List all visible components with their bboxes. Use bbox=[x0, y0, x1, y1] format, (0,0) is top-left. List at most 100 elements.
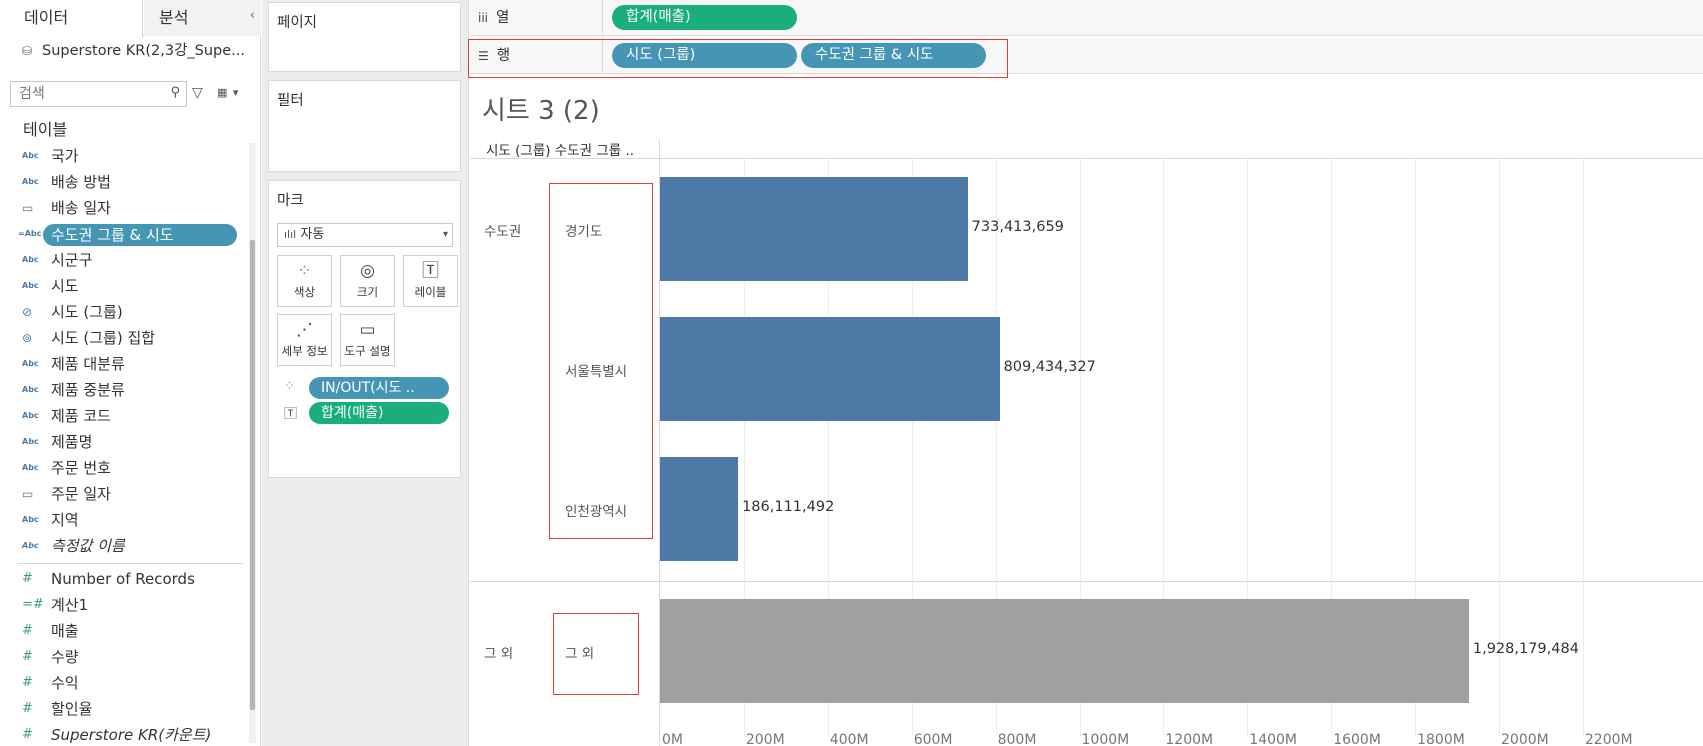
detail-button[interactable]: ⋰ 세부 정보 bbox=[277, 314, 332, 366]
pages-card[interactable]: 페이지 bbox=[268, 2, 461, 72]
view-options-icon[interactable]: ▦ ▾ bbox=[217, 86, 239, 99]
bar[interactable] bbox=[660, 177, 968, 281]
label-pill[interactable]: 합계(매출) bbox=[309, 402, 449, 424]
filter-icon[interactable]: ▽ bbox=[192, 85, 203, 101]
worksheet-view: iii 열 합계(매출) ☰ 행 시도 (그룹) 수도권 그룹 & 시도 시트 3 … bbox=[468, 0, 1703, 746]
color-button[interactable]: ⁘ 색상 bbox=[277, 255, 332, 307]
color-label: 색상 bbox=[293, 285, 316, 299]
marks-card: 마크 ılıl 자동 ▾ ⁘ 색상 ◎ 크기 🅃 레이블 ⋰ 세부 정보 ▭ 도구 설명 … bbox=[268, 180, 461, 478]
field-item[interactable]: Abc 제품 중분류 bbox=[0, 377, 248, 403]
bar[interactable] bbox=[660, 599, 1469, 703]
field-item-selected[interactable]: =Abc 수도권 그룹 & 시도 bbox=[0, 221, 248, 247]
string-type-icon: Abc bbox=[22, 177, 39, 186]
field-label: 주문 일자 bbox=[51, 485, 111, 503]
search-input[interactable] bbox=[11, 82, 161, 106]
size-button[interactable]: ◎ 크기 bbox=[340, 255, 395, 307]
group-label: 그 외 bbox=[484, 646, 514, 662]
x-tick-label: 0M bbox=[662, 732, 683, 746]
string-type-icon: Abc bbox=[22, 541, 39, 550]
measure-item[interactable]: # Superstore KR(카운트) bbox=[0, 722, 248, 746]
field-item[interactable]: Abc 측정값 이름 bbox=[0, 533, 248, 559]
field-label: 제품 중분류 bbox=[51, 381, 125, 399]
color-pill[interactable]: IN/OUT(시도 .. bbox=[309, 377, 449, 399]
bar[interactable] bbox=[660, 457, 739, 561]
number-type-icon: =# bbox=[22, 597, 44, 612]
search-icon[interactable]: ⚲ bbox=[170, 85, 180, 100]
mark-type-select[interactable]: ılıl 자동 ▾ bbox=[277, 223, 453, 247]
field-label: 계산1 bbox=[51, 596, 89, 614]
field-item[interactable]: Abc 시도 bbox=[0, 273, 248, 299]
string-type-icon: Abc bbox=[22, 281, 39, 290]
row-headers: 시도 (그룹) 수도권 그룹 .. bbox=[486, 143, 635, 159]
tab-data[interactable]: 데이터 bbox=[0, 0, 143, 37]
size-label: 크기 bbox=[356, 285, 379, 299]
measure-item[interactable]: # 매출 bbox=[0, 618, 248, 644]
label-label: 레이블 bbox=[414, 285, 447, 299]
marks-title: 마크 bbox=[277, 193, 304, 209]
x-tick-label: 1400M bbox=[1249, 732, 1298, 746]
x-tick-label: 2000M bbox=[1501, 732, 1549, 746]
columns-icon: iii bbox=[478, 11, 489, 25]
label-button[interactable]: 🅃 레이블 bbox=[403, 255, 458, 307]
text-icon: 🅃 bbox=[284, 407, 298, 422]
filters-card[interactable]: 필터 bbox=[268, 80, 461, 172]
number-type-icon: # bbox=[22, 675, 33, 690]
bar-chart-icon: ılıl bbox=[284, 228, 297, 241]
field-label: Number of Records bbox=[51, 570, 195, 588]
field-label: 제품 대분류 bbox=[51, 355, 125, 373]
field-label: 수익 bbox=[51, 674, 79, 692]
chevron-down-icon: ▾ bbox=[442, 229, 448, 240]
bar-value-label: 733,413,659 bbox=[971, 219, 1064, 235]
x-tick-label: 1000M bbox=[1081, 732, 1130, 746]
paperclip-icon: ⊘ bbox=[22, 305, 33, 319]
field-item[interactable]: Abc 국가 bbox=[0, 143, 248, 169]
tab-analysis[interactable]: 분석 bbox=[144, 0, 261, 36]
data-pane: 데이터 분석 ‹ ⛁ Superstore KR(2,3강_Supe... ⚲ ▽… bbox=[0, 0, 261, 746]
data-source[interactable]: ⛁ Superstore KR(2,3강_Supe... bbox=[22, 40, 245, 62]
field-item[interactable]: Abc 제품 대분류 bbox=[0, 351, 248, 377]
group-label: 수도권 bbox=[484, 224, 522, 240]
measure-item[interactable]: # Number of Records bbox=[0, 566, 248, 592]
string-type-icon: Abc bbox=[22, 463, 39, 472]
field-item[interactable]: Abc 배송 방법 bbox=[0, 169, 248, 195]
search-box[interactable]: ⚲ bbox=[10, 81, 187, 107]
tooltip-button[interactable]: ▭ 도구 설명 bbox=[340, 314, 395, 366]
field-item[interactable]: Abc 제품 코드 bbox=[0, 403, 248, 429]
bar-value-label: 809,434,327 bbox=[1003, 359, 1096, 375]
field-item[interactable]: ⊚ 시도 (그룹) 집합 bbox=[0, 325, 248, 351]
text-icon: 🅃 bbox=[422, 261, 439, 281]
field-item[interactable]: Abc 주문 번호 bbox=[0, 455, 248, 481]
measure-item[interactable]: # 할인율 bbox=[0, 696, 248, 722]
columns-shelf-label: iii 열 bbox=[478, 0, 603, 36]
field-item[interactable]: ▭ 주문 일자 bbox=[0, 481, 248, 507]
field-list: Abc 국가 Abc 배송 방법 ▭ 배송 일자 =Abc 수도권 그룹 & 시도 Ab… bbox=[0, 143, 248, 746]
measure-item[interactable]: # 수익 bbox=[0, 670, 248, 696]
field-item[interactable]: ⊘ 시도 (그룹) bbox=[0, 299, 248, 325]
detail-icon: ⋰ bbox=[296, 320, 313, 340]
x-tick-label: 400M bbox=[829, 732, 869, 746]
columns-pill[interactable]: 합계(매출) bbox=[612, 5, 797, 30]
measure-item[interactable]: # 수량 bbox=[0, 644, 248, 670]
measure-item[interactable]: =# 계산1 bbox=[0, 592, 248, 618]
field-label: Superstore KR(카운트) bbox=[51, 726, 212, 744]
field-label: 시도 (그룹) 집합 bbox=[51, 329, 156, 347]
field-item[interactable]: ▭ 배송 일자 bbox=[0, 195, 248, 221]
number-type-icon: # bbox=[22, 571, 33, 586]
highlight-box bbox=[549, 183, 653, 539]
calendar-icon: ▭ bbox=[22, 487, 34, 501]
string-type-icon: Abc bbox=[22, 359, 39, 368]
columns-shelf[interactable]: iii 열 합계(매출) bbox=[470, 0, 1703, 36]
scrollbar[interactable] bbox=[250, 240, 255, 710]
x-tick-label: 200M bbox=[745, 732, 785, 746]
string-type-icon: Abc bbox=[22, 385, 39, 394]
calendar-icon: ▭ bbox=[22, 201, 34, 215]
field-label: 지역 bbox=[51, 511, 79, 529]
field-item[interactable]: Abc 지역 bbox=[0, 507, 248, 533]
field-item[interactable]: Abc 시군구 bbox=[0, 247, 248, 273]
cards-column: 페이지 필터 마크 ılıl 자동 ▾ ⁘ 색상 ◎ 크기 🅃 레이블 ⋰ 세부 정보 … bbox=[262, 0, 469, 746]
field-label: 측정값 이름 bbox=[51, 537, 125, 555]
collapse-icon[interactable]: ‹ bbox=[250, 8, 255, 23]
bar[interactable] bbox=[660, 317, 1000, 421]
x-tick-label: 1800M bbox=[1417, 732, 1465, 746]
field-item[interactable]: Abc 제품명 bbox=[0, 429, 248, 455]
